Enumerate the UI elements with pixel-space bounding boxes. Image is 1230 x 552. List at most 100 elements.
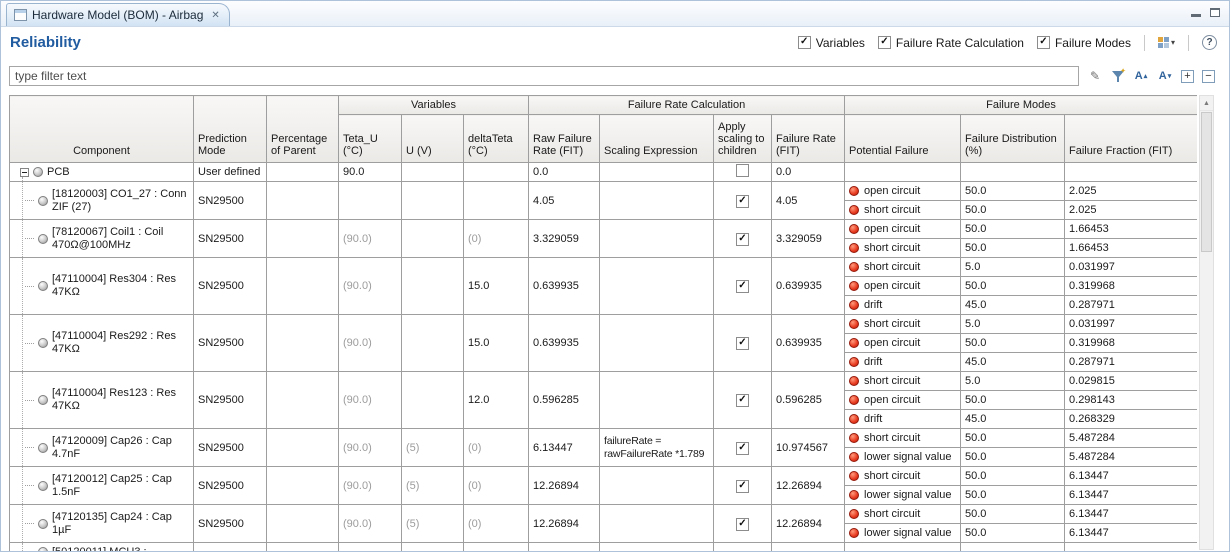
- potential-failure-cell[interactable]: short circuit: [845, 429, 961, 448]
- raw-failure-rate-cell[interactable]: 3.329059: [529, 220, 600, 258]
- failure-distribution-cell[interactable]: 45.0: [961, 353, 1065, 372]
- teta-u-cell[interactable]: 90.0: [339, 163, 402, 182]
- failure-rate-cell[interactable]: 0.639935: [772, 258, 845, 315]
- failure-fraction-cell[interactable]: 0.319968: [1065, 277, 1197, 296]
- apply-scaling-cell[interactable]: [714, 220, 772, 258]
- failure-rate-cell[interactable]: 3.329059: [772, 220, 845, 258]
- potential-failure-cell[interactable]: open circuit: [845, 277, 961, 296]
- vertical-scrollbar[interactable]: ▲: [1199, 95, 1214, 550]
- column-header-delta-teta[interactable]: deltaTeta (°C): [464, 115, 529, 163]
- scaling-expression-cell[interactable]: [600, 220, 714, 258]
- percentage-of-parent-cell[interactable]: [267, 258, 339, 315]
- filter-input[interactable]: [9, 66, 1079, 86]
- potential-failure-cell[interactable]: short circuit: [845, 505, 961, 524]
- failure-rate-cell[interactable]: 0.596285: [772, 372, 845, 429]
- failure-distribution-cell[interactable]: 50.0: [961, 201, 1065, 220]
- prediction-mode-cell[interactable]: SN29500: [194, 315, 267, 372]
- failure-fraction-cell[interactable]: 0.031997: [1065, 258, 1197, 277]
- scaling-expression-cell[interactable]: [600, 372, 714, 429]
- delta-teta-cell[interactable]: [464, 182, 529, 220]
- failure-rate-cell[interactable]: 4.05: [772, 182, 845, 220]
- u-cell[interactable]: [402, 315, 464, 372]
- scrollbar-thumb[interactable]: [1201, 112, 1212, 252]
- checkbox-icon[interactable]: [798, 36, 811, 49]
- scaling-expression-cell[interactable]: [600, 315, 714, 372]
- failure-distribution-cell[interactable]: [961, 543, 1065, 552]
- teta-u-cell[interactable]: (90.0): [339, 220, 402, 258]
- potential-failure-cell[interactable]: open circuit: [845, 391, 961, 410]
- apply-scaling-checkbox[interactable]: [736, 518, 749, 531]
- column-header-apply-scaling[interactable]: Apply scaling to children: [714, 115, 772, 163]
- apply-scaling-cell[interactable]: [714, 372, 772, 429]
- prediction-mode-cell[interactable]: SN29500: [194, 429, 267, 467]
- percentage-of-parent-cell[interactable]: [267, 182, 339, 220]
- percentage-of-parent-cell[interactable]: [267, 505, 339, 543]
- failure-fraction-cell[interactable]: 0.287971: [1065, 353, 1197, 372]
- column-header-failure-fraction[interactable]: Failure Fraction (FIT): [1065, 115, 1197, 163]
- raw-failure-rate-cell[interactable]: 12.26894: [529, 467, 600, 505]
- teta-u-cell[interactable]: [339, 182, 402, 220]
- percentage-of-parent-cell[interactable]: [267, 467, 339, 505]
- tab-hardware-model-bom[interactable]: Hardware Model (BOM) - Airbag ✕: [6, 3, 230, 26]
- failure-distribution-cell[interactable]: 5.0: [961, 372, 1065, 391]
- teta-u-cell[interactable]: (90.0): [339, 467, 402, 505]
- failure-rate-cell[interactable]: [772, 543, 845, 552]
- component-cell[interactable]: [47110004] Res292 : Res 47KΩ: [10, 315, 194, 372]
- failure-rate-cell[interactable]: 12.26894: [772, 505, 845, 543]
- failure-distribution-cell[interactable]: 5.0: [961, 315, 1065, 334]
- toggle-variables[interactable]: Variables: [798, 36, 865, 50]
- potential-failure-cell[interactable]: lower signal value: [845, 448, 961, 467]
- checkbox-icon[interactable]: [1037, 36, 1050, 49]
- column-header-u[interactable]: U (V): [402, 115, 464, 163]
- potential-failure-cell[interactable]: short circuit: [845, 372, 961, 391]
- failure-distribution-cell[interactable]: 50.0: [961, 467, 1065, 486]
- failure-fraction-cell[interactable]: 6.13447: [1065, 505, 1197, 524]
- delta-teta-cell[interactable]: (0): [464, 467, 529, 505]
- toggle-failure-rate-calculation[interactable]: Failure Rate Calculation: [878, 36, 1024, 50]
- teta-u-cell[interactable]: (90.0): [339, 315, 402, 372]
- minimize-view-icon[interactable]: [1191, 14, 1201, 17]
- apply-scaling-checkbox[interactable]: [736, 233, 749, 246]
- potential-failure-cell[interactable]: drift: [845, 353, 961, 372]
- potential-failure-cell[interactable]: short circuit: [845, 239, 961, 258]
- failure-fraction-cell[interactable]: [1065, 543, 1197, 552]
- failure-distribution-cell[interactable]: 50.0: [961, 391, 1065, 410]
- raw-failure-rate-cell[interactable]: 0.639935: [529, 258, 600, 315]
- component-cell[interactable]: [47120009] Cap26 : Cap 4.7nF: [10, 429, 194, 467]
- component-cell[interactable]: [18120003] CO1_27 : Conn ZIF (27): [10, 182, 194, 220]
- potential-failure-cell[interactable]: lower signal value: [845, 486, 961, 505]
- failure-fraction-cell[interactable]: 0.031997: [1065, 315, 1197, 334]
- delta-teta-cell[interactable]: 15.0: [464, 315, 529, 372]
- failure-rate-cell[interactable]: 0.639935: [772, 315, 845, 372]
- component-cell[interactable]: [78120067] Coil1 : Coil 470Ω@100MHz: [10, 220, 194, 258]
- potential-failure-cell[interactable]: short circuit: [845, 315, 961, 334]
- failure-fraction-cell[interactable]: 0.298143: [1065, 391, 1197, 410]
- prediction-mode-cell[interactable]: SN29500: [194, 182, 267, 220]
- collapse-all-icon[interactable]: −: [1202, 70, 1215, 83]
- edit-filter-icon[interactable]: ✎: [1087, 68, 1103, 84]
- failure-distribution-cell[interactable]: 50.0: [961, 524, 1065, 543]
- prediction-mode-cell[interactable]: [194, 543, 267, 552]
- font-increase-icon[interactable]: A▴: [1133, 68, 1149, 84]
- apply-scaling-cell[interactable]: [714, 182, 772, 220]
- failure-fraction-cell[interactable]: 0.287971: [1065, 296, 1197, 315]
- failure-rate-cell[interactable]: 0.0: [772, 163, 845, 182]
- failure-fraction-cell[interactable]: 0.029815: [1065, 372, 1197, 391]
- apply-scaling-checkbox[interactable]: [736, 394, 749, 407]
- percentage-of-parent-cell[interactable]: [267, 372, 339, 429]
- tab-close-icon[interactable]: ✕: [211, 10, 219, 21]
- failure-distribution-cell[interactable]: 50.0: [961, 277, 1065, 296]
- percentage-of-parent-cell[interactable]: [267, 543, 339, 552]
- checkbox-icon[interactable]: [878, 36, 891, 49]
- failure-fraction-cell[interactable]: 2.025: [1065, 182, 1197, 201]
- prediction-mode-cell[interactable]: User defined: [194, 163, 267, 182]
- failure-distribution-cell[interactable]: 50.0: [961, 448, 1065, 467]
- potential-failure-cell[interactable]: open circuit: [845, 220, 961, 239]
- apply-scaling-cell[interactable]: [714, 467, 772, 505]
- failure-fraction-cell[interactable]: 6.13447: [1065, 486, 1197, 505]
- component-cell[interactable]: [47120135] Cap24 : Cap 1µF: [10, 505, 194, 543]
- font-decrease-icon[interactable]: A▾: [1157, 68, 1173, 84]
- apply-scaling-checkbox[interactable]: [736, 480, 749, 493]
- raw-failure-rate-cell[interactable]: 4.05: [529, 182, 600, 220]
- failure-fraction-cell[interactable]: 6.13447: [1065, 467, 1197, 486]
